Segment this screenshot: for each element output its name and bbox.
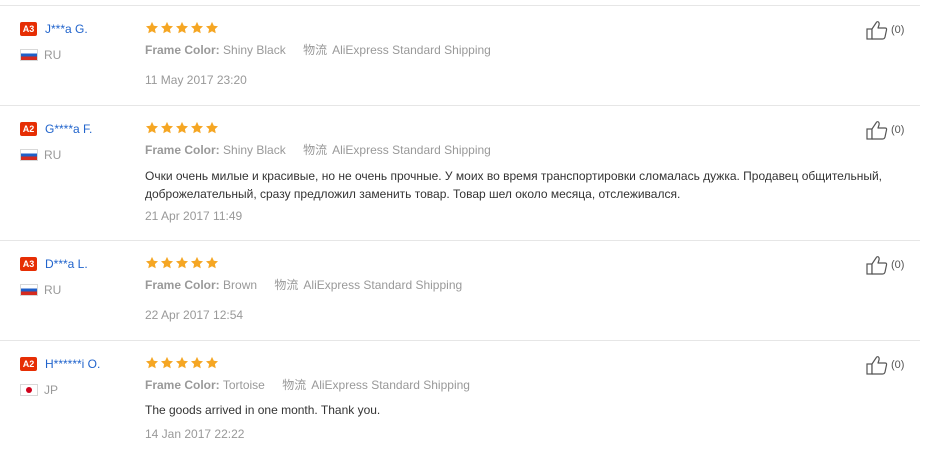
thumbs-up-icon bbox=[866, 355, 888, 375]
attribute-label: Frame Color: bbox=[145, 278, 220, 292]
buyer-level-badge: A3 bbox=[20, 22, 37, 36]
star-icon bbox=[160, 121, 174, 134]
shipping-label: 物流 bbox=[274, 278, 299, 292]
thumbs-up-icon bbox=[866, 21, 888, 40]
review-date: 22 Apr 2017 12:54 bbox=[145, 308, 244, 322]
purchase-attributes: Frame Color: Brown 物流 AliExpress Standard… bbox=[145, 277, 462, 293]
shipping-label: 物流 bbox=[282, 378, 307, 392]
star-icon bbox=[190, 356, 204, 369]
reviewer-country: RU bbox=[44, 283, 62, 297]
review-divider bbox=[0, 340, 920, 341]
purchase-attributes: Frame Color: Shiny Black 物流 AliExpress St… bbox=[145, 142, 491, 158]
star-icon bbox=[160, 21, 174, 34]
star-icon bbox=[190, 21, 204, 34]
star-icon bbox=[205, 21, 219, 34]
attribute-value: Tortoise bbox=[222, 378, 265, 392]
thumbs-up-icon bbox=[866, 121, 888, 140]
reviewer-country: RU bbox=[44, 48, 62, 62]
helpful-count: (0) bbox=[891, 259, 905, 271]
star-icon bbox=[175, 21, 189, 34]
attribute-value: Shiny Black bbox=[223, 143, 286, 157]
review-date: 14 Jan 2017 22:22 bbox=[145, 427, 245, 441]
reviewer-name: D***a L. bbox=[45, 257, 88, 271]
shipping-label: 物流 bbox=[303, 143, 328, 157]
helpful-count: (0) bbox=[891, 124, 905, 136]
star-rating bbox=[145, 21, 219, 35]
reviewer-name: G****a F. bbox=[45, 122, 93, 136]
star-icon bbox=[145, 256, 159, 269]
review-date: 11 May 2017 23:20 bbox=[145, 73, 247, 87]
japan-flag-icon bbox=[20, 384, 38, 396]
attribute-label: Frame Color: bbox=[145, 378, 220, 392]
attribute-label: Frame Color: bbox=[145, 143, 220, 157]
russia-flag-icon bbox=[20, 49, 38, 61]
attribute-label: Frame Color: bbox=[145, 43, 220, 57]
helpful-button[interactable]: (0) bbox=[866, 255, 904, 275]
review-text: Очки очень милые и красивые, но не очень… bbox=[145, 169, 882, 201]
star-icon bbox=[160, 256, 174, 269]
star-icon bbox=[205, 121, 219, 134]
thumbs-up-icon bbox=[866, 120, 888, 140]
star-icon bbox=[175, 256, 189, 269]
star-icon bbox=[145, 121, 159, 134]
thumbs-up-icon bbox=[866, 256, 888, 275]
star-rating bbox=[145, 356, 219, 370]
purchase-attributes: Frame Color: Shiny Black 物流 AliExpress St… bbox=[145, 42, 491, 58]
star-icon bbox=[205, 356, 219, 369]
shipping-label: 物流 bbox=[303, 43, 328, 57]
shipping-method: AliExpress Standard Shipping bbox=[303, 278, 463, 292]
attribute-value: Brown bbox=[223, 278, 258, 292]
russia-flag-icon bbox=[20, 284, 38, 296]
star-icon bbox=[175, 356, 189, 369]
star-rating bbox=[145, 121, 219, 135]
helpful-button[interactable]: (0) bbox=[866, 120, 904, 140]
helpful-button[interactable]: (0) bbox=[866, 20, 904, 40]
helpful-button[interactable]: (0) bbox=[866, 355, 904, 375]
reviewer-name: J***a G. bbox=[45, 22, 88, 36]
thumbs-up-icon bbox=[866, 356, 888, 375]
reviewer-country: JP bbox=[44, 383, 59, 397]
star-icon bbox=[205, 256, 219, 269]
buyer-level-badge: A3 bbox=[20, 257, 37, 271]
thumbs-up-icon bbox=[866, 255, 888, 275]
thumbs-up-icon bbox=[866, 20, 888, 40]
review-divider bbox=[0, 5, 920, 6]
review-divider bbox=[0, 105, 920, 106]
buyer-level-badge: A2 bbox=[20, 122, 37, 136]
star-icon bbox=[190, 256, 204, 269]
star-icon bbox=[160, 356, 174, 369]
star-icon bbox=[145, 356, 159, 369]
purchase-attributes: Frame Color: Tortoise 物流 AliExpress Stand… bbox=[145, 377, 470, 393]
helpful-count: (0) bbox=[891, 359, 905, 371]
review-divider bbox=[0, 240, 920, 241]
star-icon bbox=[190, 121, 204, 134]
shipping-method: AliExpress Standard Shipping bbox=[311, 378, 470, 392]
attribute-value: Shiny Black bbox=[223, 43, 286, 57]
review-text: The goods arrived in one month. Thank yo… bbox=[145, 403, 381, 417]
star-icon bbox=[175, 121, 189, 134]
reviewer-country: RU bbox=[44, 148, 62, 162]
helpful-count: (0) bbox=[891, 24, 905, 36]
buyer-level-badge: A2 bbox=[20, 357, 37, 371]
shipping-method: AliExpress Standard Shipping bbox=[332, 143, 491, 157]
star-rating bbox=[145, 256, 219, 270]
shipping-method: AliExpress Standard Shipping bbox=[332, 43, 491, 57]
russia-flag-icon bbox=[20, 149, 38, 161]
star-icon bbox=[145, 21, 159, 34]
review-date: 21 Apr 2017 11:49 bbox=[145, 209, 243, 223]
reviewer-name: H******i O. bbox=[45, 357, 101, 371]
